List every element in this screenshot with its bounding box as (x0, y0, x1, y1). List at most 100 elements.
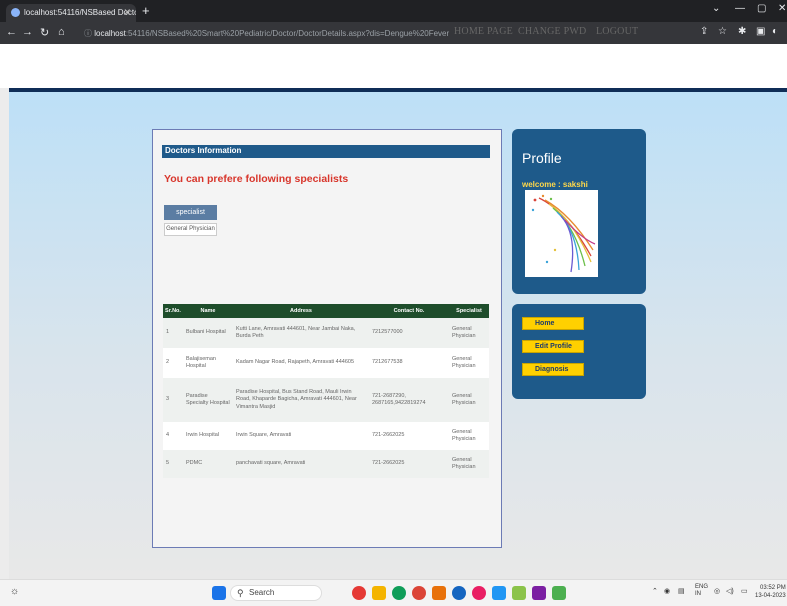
address-bar[interactable]: ⓘ localhost:54116/NSBased%20Smart%20Pedi… (80, 25, 680, 41)
volume-icon[interactable]: ◁) (726, 587, 734, 595)
app-icon-9[interactable] (512, 586, 526, 600)
table-cell: Bulbani Hospital (183, 318, 233, 348)
start-icon[interactable] (212, 586, 226, 600)
table-cell: General Physician (449, 422, 489, 450)
table-header-cell: Name (183, 304, 233, 318)
tab-title: localhost:54116/NSBased Docto... (24, 8, 136, 17)
table-cell: 721-2662025 (369, 450, 449, 478)
table-cell: Paradise Specialty Hospital (183, 378, 233, 422)
bookmark-star-icon[interactable]: ☆ (718, 26, 727, 37)
table-header-row: Sr.No. Name Address Contact No. Speciali… (163, 304, 489, 318)
avatar (525, 190, 598, 277)
windows-taskbar: ☼ ⚲ Search ⌃ ◉ ▤ ENG IN ◎ ◁) ▭ 03:52 PM … (0, 579, 787, 606)
visual-studio-icon[interactable] (532, 586, 546, 600)
table-row: 2 Balajiseman Hospital Kadam Nagar Road,… (163, 348, 489, 378)
extension-icon[interactable]: ✱ (738, 26, 746, 37)
table-header-cell: Address (233, 304, 369, 318)
tray-storage-icon[interactable]: ▤ (678, 587, 685, 595)
table-cell: Paradise Hospital, Bus Stand Road, Mauli… (233, 378, 369, 422)
forward-icon[interactable]: → (22, 26, 33, 38)
close-window-icon[interactable]: ✕ (778, 3, 786, 14)
taskbar-clock[interactable]: 03:52 PM 13-04-2023 (755, 585, 786, 601)
favicon-icon (11, 8, 20, 17)
app-icon-11[interactable] (552, 586, 566, 600)
table-cell: 7212577000 (369, 318, 449, 348)
table-cell: 7212677538 (369, 348, 449, 378)
clock-time: 03:52 PM (760, 585, 786, 591)
prefer-specialists-text: You can prefere following specialists (164, 173, 349, 185)
back-icon[interactable]: ← (6, 26, 17, 38)
browser-tab[interactable]: localhost:54116/NSBased Docto... ✕ (6, 4, 136, 22)
table-cell: Kutti Lane, Amravati 444601, Near Jambai… (233, 318, 369, 348)
clock-date: 13-04-2023 (755, 592, 786, 599)
welcome-text: welcome : sakshi (522, 180, 588, 189)
new-tab-icon[interactable]: + (142, 3, 150, 18)
widgets-icon[interactable]: ☼ (10, 586, 19, 597)
table-cell: Irwin Square, Amravati (233, 422, 369, 450)
home-icon[interactable]: ⌂ (58, 26, 65, 38)
table-cell: 3 (163, 378, 183, 422)
doctors-table: Sr.No. Name Address Contact No. Speciali… (163, 304, 489, 478)
edge-icon[interactable] (392, 586, 406, 600)
tray-app-icon[interactable]: ◉ (664, 587, 670, 595)
nav-home-page[interactable]: HOME PAGE (454, 26, 513, 37)
wifi-icon[interactable]: ◎ (714, 587, 720, 595)
nav-logout[interactable]: LOGOUT (596, 26, 638, 37)
profile-title: Profile (522, 150, 562, 166)
table-cell: General Physician (449, 378, 489, 422)
specialist-button[interactable]: specialist (164, 205, 217, 220)
table-header-cell: Sr.No. (163, 304, 183, 318)
chevron-down-icon[interactable]: ⌄ (712, 3, 720, 14)
vscode-icon[interactable] (492, 586, 506, 600)
region-code: IN (695, 591, 701, 598)
chrome-icon[interactable] (412, 586, 426, 600)
specialist-item[interactable]: General Physician (164, 223, 217, 236)
table-cell: Kadam Nagar Road, Rajapeth, Amravati 444… (233, 348, 369, 378)
table-row: 1 Bulbani Hospital Kutti Lane, Amravati … (163, 318, 489, 348)
tray-chevron-icon[interactable]: ⌃ (652, 587, 658, 595)
table-cell: General Physician (449, 348, 489, 378)
table-cell: PDMC (183, 450, 233, 478)
avatar-image (531, 194, 596, 273)
info-icon[interactable]: ⓘ (84, 29, 94, 38)
table-cell: General Physician (449, 450, 489, 478)
maximize-icon[interactable]: ▢ (757, 3, 766, 14)
brave-icon[interactable] (432, 586, 446, 600)
table-header-cell: Contact No. (369, 304, 449, 318)
app-icon-6[interactable] (452, 586, 466, 600)
table-cell: 721-2687290, 2687165,9422819274 (369, 378, 449, 422)
menu-diagnosis-button[interactable]: Diagnosis (522, 363, 584, 376)
table-cell: Irwin Hospital (183, 422, 233, 450)
profile-icon[interactable]: ◐ (772, 26, 778, 37)
file-explorer-icon[interactable] (372, 586, 386, 600)
language-code: ENG (695, 584, 709, 590)
battery-icon[interactable]: ▭ (741, 587, 748, 595)
reload-icon[interactable]: ↻ (40, 26, 49, 39)
page-header (0, 44, 787, 88)
url-host: localhost (94, 29, 126, 38)
opera-icon[interactable] (352, 586, 366, 600)
table-cell: panchavati square, Amravati (233, 450, 369, 478)
table-cell: 2 (163, 348, 183, 378)
taskbar-search-label: Search (249, 588, 275, 597)
language-indicator[interactable]: ENG IN (695, 584, 708, 598)
table-cell: 721-2662025 (369, 422, 449, 450)
nav-change-pwd[interactable]: CHANGE PWD (518, 26, 586, 37)
close-tab-icon[interactable]: ✕ (123, 7, 131, 18)
table-cell: Balajiseman Hospital (183, 348, 233, 378)
table-row: 3 Paradise Specialty Hospital Paradise H… (163, 378, 489, 422)
url-path: :54116/NSBased%20Smart%20Pediatric/Docto… (125, 29, 450, 38)
share-icon[interactable]: ⇪ (700, 26, 708, 37)
minimize-icon[interactable]: — (735, 3, 745, 14)
taskbar-search[interactable]: ⚲ Search (230, 585, 322, 601)
table-cell: 1 (163, 318, 183, 348)
table-header-cell: Specialist (449, 304, 489, 318)
sidebar-icon[interactable]: ▣ (756, 26, 765, 37)
table-cell: 5 (163, 450, 183, 478)
search-icon: ⚲ (237, 588, 244, 598)
menu-home-button[interactable]: Home (522, 317, 584, 330)
app-icon-7[interactable] (472, 586, 486, 600)
browser-titlebar: localhost:54116/NSBased Docto... ✕ + ⌄ —… (0, 0, 787, 22)
doctors-info-title: Doctors Information (162, 145, 490, 158)
menu-edit-profile-button[interactable]: Edit Profile (522, 340, 584, 353)
